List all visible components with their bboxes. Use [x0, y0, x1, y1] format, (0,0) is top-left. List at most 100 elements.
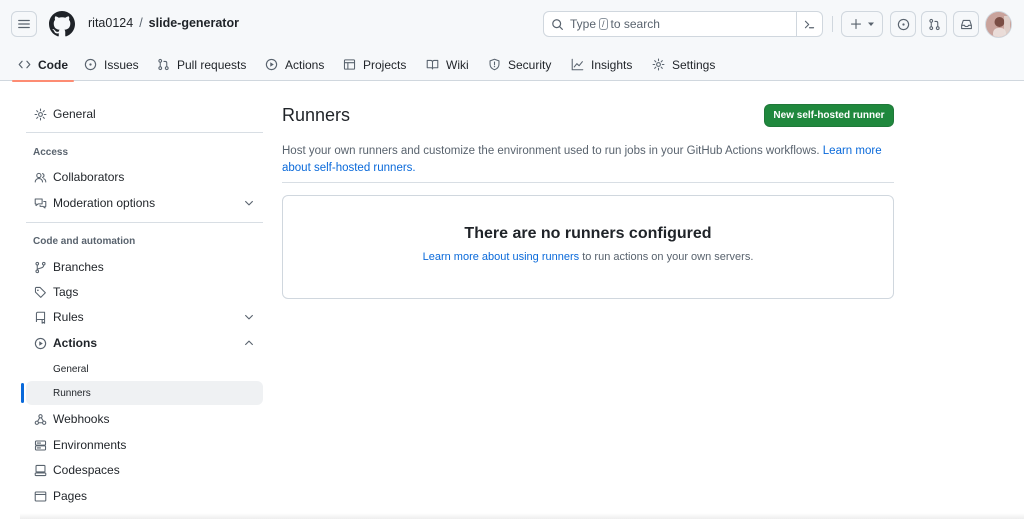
sidebar-subitem-runners[interactable]: Runners — [26, 381, 263, 405]
empty-state-box: There are no runners configured Learn mo… — [282, 195, 894, 299]
user-avatar[interactable] — [985, 11, 1012, 38]
tab-label: Issues — [104, 57, 139, 72]
github-logo-icon[interactable] — [49, 11, 75, 37]
git-pull-request-icon — [928, 18, 940, 30]
main-content: Runners New self-hosted runner Host your… — [282, 81, 894, 519]
sidebar-item-general[interactable]: General — [26, 102, 263, 126]
play-icon — [33, 336, 47, 350]
avatar-image-icon — [986, 12, 1011, 37]
empty-state-title: There are no runners configured — [464, 225, 712, 242]
inbox-button[interactable] — [953, 11, 979, 37]
breadcrumb: rita0124 / slide-generator — [88, 16, 239, 30]
comment-discussion-icon — [33, 196, 47, 210]
page-bottom-edge — [20, 513, 1024, 519]
new-self-hosted-runner-button[interactable]: New self-hosted runner — [764, 104, 894, 127]
sidebar-item-environments[interactable]: Environments — [26, 433, 263, 457]
your-pull-requests-button[interactable] — [921, 11, 947, 37]
shield-icon — [489, 58, 500, 71]
issue-opened-icon — [897, 18, 909, 30]
graph-icon — [571, 58, 584, 71]
issue-opened-icon — [84, 58, 97, 71]
plus-icon — [850, 18, 861, 30]
tab-security[interactable]: Security — [488, 48, 551, 81]
chevron-down-icon — [243, 311, 255, 323]
sidebar-item-rules[interactable]: Rules — [26, 305, 263, 329]
sidebar-item-label: Rules — [53, 310, 84, 324]
create-new-button[interactable] — [841, 11, 883, 37]
sidebar-item-pages[interactable]: Pages — [26, 484, 263, 508]
sidebar-item-tags[interactable]: Tags — [26, 280, 263, 304]
gear-icon — [33, 107, 47, 121]
code-icon — [18, 60, 31, 69]
sidebar-item-collaborators[interactable]: Collaborators — [26, 165, 263, 189]
sidebar-item-branches[interactable]: Branches — [26, 255, 263, 279]
empty-state-suffix: to run actions on your own servers. — [582, 251, 754, 263]
learn-more-runners-link[interactable]: Learn more about using runners — [423, 251, 580, 263]
git-branch-icon — [33, 260, 47, 274]
tab-label: Projects — [363, 57, 407, 72]
play-icon — [265, 58, 278, 71]
chevron-up-icon — [243, 337, 255, 349]
tab-code[interactable]: Code — [12, 48, 74, 82]
search-input[interactable]: Type / to search — [543, 11, 823, 37]
selected-indicator — [21, 383, 24, 403]
codespaces-icon — [33, 463, 47, 477]
sidebar-heading-code-automation: Code and automation — [33, 236, 136, 247]
sidebar-heading-access: Access — [33, 147, 69, 158]
tab-label: Actions — [285, 57, 325, 72]
sidebar-divider — [26, 132, 263, 133]
sidebar-item-label: Actions — [53, 336, 98, 350]
sidebar-subitem-actions-general[interactable]: General — [26, 357, 263, 381]
content-divider — [282, 182, 894, 183]
sidebar-item-label: Moderation options — [53, 196, 156, 210]
tab-issues[interactable]: Issues — [84, 48, 139, 81]
tab-wiki[interactable]: Wiki — [426, 48, 469, 81]
gear-icon — [652, 58, 665, 71]
page-title: Runners — [282, 105, 351, 125]
tab-label: Pull requests — [177, 57, 247, 72]
breadcrumb-separator: / — [139, 16, 143, 30]
inbox-icon — [960, 19, 972, 29]
sidebar-item-moderation[interactable]: Moderation options — [26, 191, 263, 215]
repo-push-icon — [33, 310, 47, 324]
header-divider — [832, 16, 833, 32]
tab-label: Security — [508, 57, 552, 72]
tab-actions[interactable]: Actions — [265, 48, 324, 81]
sidebar-item-label: Pages — [53, 489, 88, 503]
sidebar-divider — [26, 222, 263, 223]
search-icon — [552, 18, 563, 30]
browser-icon — [33, 489, 47, 503]
command-palette-button[interactable] — [796, 12, 822, 36]
your-issues-button[interactable] — [890, 11, 916, 37]
table-icon — [343, 59, 356, 70]
chevron-down-icon — [243, 197, 255, 209]
people-icon — [33, 170, 47, 184]
sidebar-item-label: Codespaces — [53, 463, 120, 477]
triangle-down-icon — [867, 22, 874, 26]
sidebar-item-codespaces[interactable]: Codespaces — [26, 458, 263, 482]
tab-label: Insights — [591, 57, 633, 72]
menu-button[interactable] — [11, 11, 37, 37]
tab-label: Code — [38, 57, 68, 72]
repo-link[interactable]: slide-generator — [149, 16, 239, 30]
owner-link[interactable]: rita0124 — [88, 16, 133, 30]
sidebar-item-webhooks[interactable]: Webhooks — [26, 407, 263, 431]
tag-icon — [33, 285, 47, 299]
search-shortcut-key: / — [599, 18, 608, 30]
sidebar-item-label: Branches — [53, 260, 104, 274]
empty-state-message: Learn more about using runners to run ac… — [283, 251, 893, 263]
sidebar-item-label: Collaborators — [53, 170, 125, 184]
sidebar-item-actions[interactable]: Actions — [26, 331, 263, 355]
tab-insights[interactable]: Insights — [571, 48, 632, 81]
sidebar-item-label: General — [53, 107, 96, 121]
tab-projects[interactable]: Projects — [343, 48, 406, 81]
description-text: Host your own runners and customize the … — [282, 145, 820, 157]
search-placeholder-suffix: to search — [610, 17, 660, 31]
hamburger-icon — [18, 19, 30, 29]
tab-pull-requests[interactable]: Pull requests — [157, 48, 246, 81]
page-description: Host your own runners and customize the … — [282, 143, 894, 177]
sidebar-item-label: Webhooks — [53, 412, 110, 426]
sidebar-item-label: Environments — [53, 438, 127, 452]
tab-settings[interactable]: Settings — [652, 48, 715, 81]
sidebar-item-label: Tags — [53, 285, 79, 299]
